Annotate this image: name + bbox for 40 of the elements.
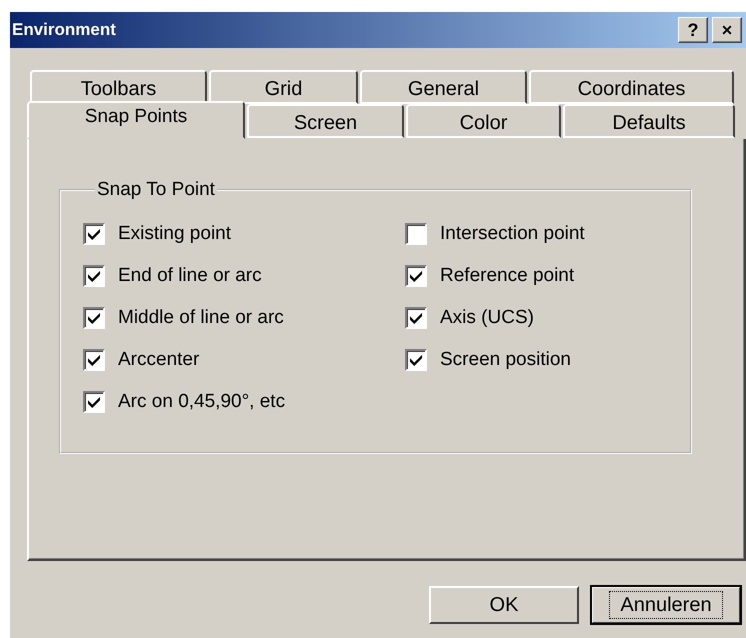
checkbox[interactable]: [405, 307, 427, 329]
group-title: Snap To Point: [96, 179, 216, 201]
tab[interactable]: Grid: [209, 70, 358, 104]
checkbox[interactable]: [405, 349, 427, 371]
ok-button[interactable]: OK: [429, 586, 579, 624]
checkbox-label: Reference point: [440, 265, 574, 287]
check-icon: [88, 270, 100, 282]
checkbox-label: Screen position: [440, 349, 571, 371]
check-icon: [88, 354, 100, 366]
checkbox-label: Middle of line or arc: [118, 307, 284, 329]
cancel-button[interactable]: Annuleren: [591, 586, 741, 624]
checkbox-label: Intersection point: [440, 223, 585, 245]
tab[interactable]: Screen: [247, 104, 404, 138]
check-icon: [88, 396, 100, 408]
tab[interactable]: Snap Points: [27, 101, 245, 139]
checkbox[interactable]: [405, 265, 427, 287]
tab[interactable]: Toolbars: [30, 70, 207, 104]
checkbox-label: Arccenter: [118, 349, 200, 371]
checkbox[interactable]: [83, 223, 105, 245]
checkbox[interactable]: [83, 307, 105, 329]
check-icon: [410, 354, 422, 366]
tab[interactable]: Color: [406, 104, 561, 138]
tab[interactable]: General: [360, 70, 527, 104]
checkbox[interactable]: [83, 349, 105, 371]
checkbox[interactable]: [405, 223, 427, 245]
check-icon: [410, 312, 422, 324]
check-icon: [88, 228, 100, 240]
tab[interactable]: Defaults: [563, 104, 735, 138]
checkbox[interactable]: [83, 265, 105, 287]
checkbox-label: End of line or arc: [118, 265, 262, 287]
window-title: Environment: [12, 20, 116, 40]
checkbox-label: Axis (UCS): [440, 307, 534, 329]
checkbox-label: Arc on 0,45,90°, etc: [118, 391, 286, 413]
checkbox-label: Existing point: [118, 223, 232, 245]
check-icon: [88, 312, 100, 324]
checkbox[interactable]: [83, 391, 105, 413]
close-button[interactable]: ×: [712, 17, 742, 43]
tab[interactable]: Coordinates: [529, 70, 734, 104]
check-icon: [410, 270, 422, 282]
help-button[interactable]: ?: [678, 17, 708, 43]
